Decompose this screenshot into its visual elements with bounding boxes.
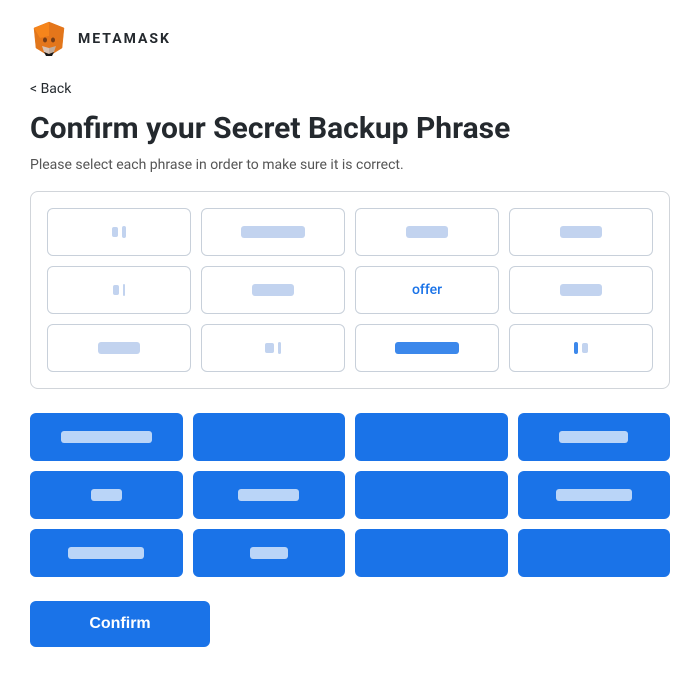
btn-word-blur <box>61 431 153 443</box>
phrase-container: offer <box>30 191 670 389</box>
page-title: Confirm your Secret Backup Phrase <box>30 111 670 147</box>
header: METAMASK <box>30 20 670 58</box>
phrase-word-7: offer <box>412 282 442 298</box>
btn-word-blur <box>238 489 299 501</box>
option-btn-9[interactable] <box>30 529 183 577</box>
phrase-slot-3 <box>355 208 499 256</box>
word-blur <box>122 226 126 238</box>
word-blur <box>406 226 449 238</box>
phrase-slot-5 <box>47 266 191 314</box>
word-blur <box>112 227 118 237</box>
confirm-button[interactable]: Confirm <box>30 601 210 647</box>
options-grid <box>30 413 670 577</box>
option-btn-10[interactable] <box>193 529 346 577</box>
word-blur <box>278 342 281 354</box>
phrase-slot-4 <box>509 208 653 256</box>
option-btn-12[interactable] <box>518 529 671 577</box>
option-btn-3[interactable] <box>355 413 508 461</box>
word-blur <box>98 342 141 354</box>
word-blur <box>582 343 588 353</box>
phrase-slot-7: offer <box>355 266 499 314</box>
option-btn-7[interactable] <box>355 471 508 519</box>
phrase-slot-11 <box>355 324 499 372</box>
option-btn-11[interactable] <box>355 529 508 577</box>
word-blur <box>113 285 119 295</box>
phrase-slot-2 <box>201 208 345 256</box>
option-btn-2[interactable] <box>193 413 346 461</box>
phrase-slot-6 <box>201 266 345 314</box>
btn-word-blur <box>91 489 122 501</box>
word-blur <box>560 226 603 238</box>
phrase-slot-12 <box>509 324 653 372</box>
btn-word-blur <box>559 431 628 443</box>
phrase-slot-1 <box>47 208 191 256</box>
metamask-logo-icon <box>30 20 68 58</box>
word-blur <box>560 284 603 296</box>
word-blur <box>241 226 305 238</box>
page-wrapper: METAMASK < Back Confirm your Secret Back… <box>0 0 700 677</box>
btn-word-blur <box>556 489 632 501</box>
option-btn-5[interactable] <box>30 471 183 519</box>
phrase-slot-8 <box>509 266 653 314</box>
phrase-slot-9 <box>47 324 191 372</box>
phrase-grid: offer <box>47 208 653 372</box>
btn-word-blur <box>68 547 144 559</box>
phrase-slot-10 <box>201 324 345 372</box>
word-blur <box>574 342 578 354</box>
word-blur <box>395 342 459 354</box>
option-btn-8[interactable] <box>518 471 671 519</box>
option-btn-1[interactable] <box>30 413 183 461</box>
subtitle: Please select each phrase in order to ma… <box>30 157 670 173</box>
logo-text: METAMASK <box>78 31 171 47</box>
word-blur <box>265 343 274 353</box>
option-btn-4[interactable] <box>518 413 671 461</box>
back-link[interactable]: < Back <box>30 81 71 97</box>
word-blur <box>252 284 295 296</box>
word-blur <box>123 284 125 296</box>
option-btn-6[interactable] <box>193 471 346 519</box>
btn-word-blur <box>250 547 288 559</box>
